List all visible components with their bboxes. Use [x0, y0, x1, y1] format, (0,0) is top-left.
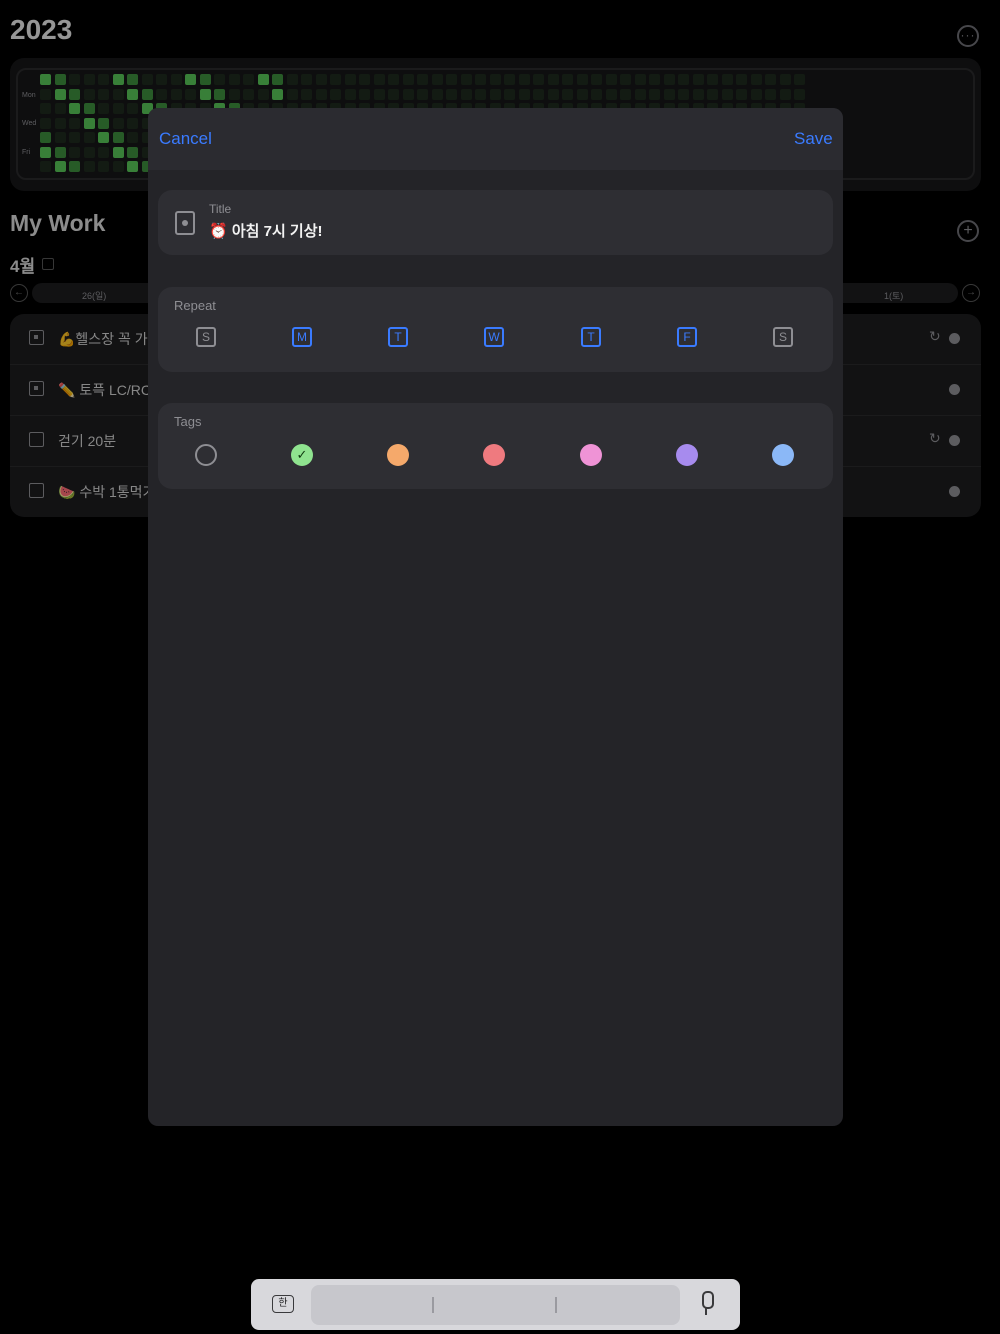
tag-blue[interactable] [772, 444, 794, 466]
tag-orange[interactable] [387, 444, 409, 466]
tags-label: Tags [174, 414, 202, 429]
title-field[interactable]: Title ⏰ 아침 7시 기상! [158, 190, 833, 255]
suggestion-divider [555, 1297, 557, 1313]
repeat-day-monday[interactable]: M [292, 327, 312, 347]
repeat-day-sunday[interactable]: S [196, 327, 216, 347]
task-icon [175, 211, 195, 235]
save-button[interactable]: Save [794, 129, 833, 149]
keyboard-shortcut-bar: 한 [251, 1279, 740, 1330]
microphone-icon[interactable] [699, 1291, 714, 1317]
suggestion-divider [432, 1297, 434, 1313]
repeat-label: Repeat [174, 298, 216, 313]
edit-task-sheet: Cancel Save Title ⏰ 아침 7시 기상! Repeat S M… [148, 108, 843, 1126]
sheet-header: Cancel Save [148, 108, 843, 170]
tag-purple[interactable] [676, 444, 698, 466]
tags-section: Tags ✓ [158, 403, 833, 489]
repeat-day-tuesday[interactable]: T [388, 327, 408, 347]
repeat-day-thursday[interactable]: T [581, 327, 601, 347]
suggestion-bar [311, 1285, 680, 1325]
cancel-button[interactable]: Cancel [159, 129, 212, 149]
repeat-section: Repeat S M T W T F S [158, 287, 833, 372]
tag-green[interactable]: ✓ [291, 444, 313, 466]
checkmark-icon: ✓ [296, 447, 308, 462]
tag-none[interactable] [195, 444, 217, 466]
repeat-day-wednesday[interactable]: W [484, 327, 504, 347]
tag-red[interactable] [483, 444, 505, 466]
tag-pink[interactable] [580, 444, 602, 466]
repeat-day-friday[interactable]: F [677, 327, 697, 347]
title-input[interactable]: ⏰ 아침 7시 기상! [209, 220, 323, 241]
repeat-day-saturday[interactable]: S [773, 327, 793, 347]
language-switch-key[interactable]: 한 [272, 1295, 294, 1313]
title-field-label: Title [209, 202, 232, 216]
